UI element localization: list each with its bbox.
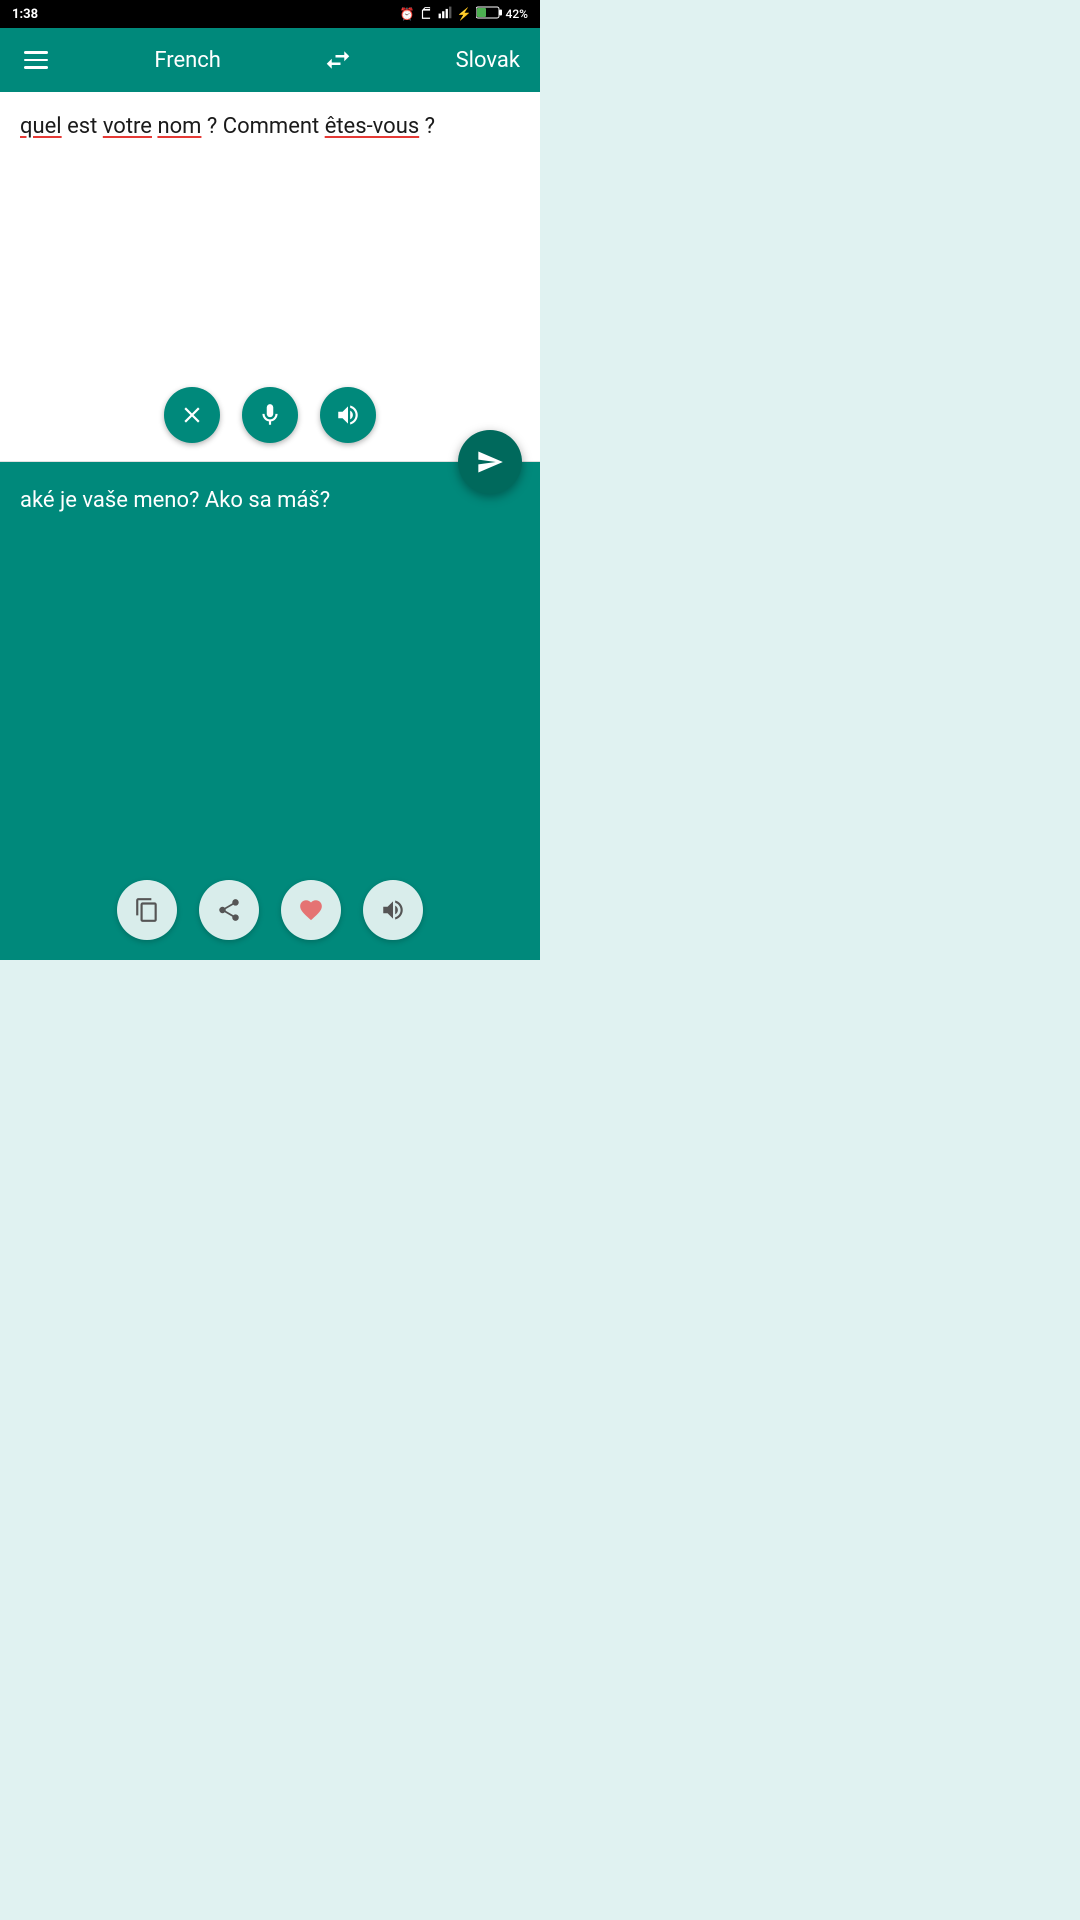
sim-icon	[419, 6, 433, 23]
copy-button[interactable]	[117, 880, 177, 940]
source-actions	[0, 387, 540, 443]
battery-percent: 42%	[506, 7, 528, 21]
battery-icon	[476, 6, 502, 22]
target-language-button[interactable]: Slovak	[456, 48, 520, 73]
send-translate-button[interactable]	[458, 430, 522, 494]
word-est: est	[67, 114, 103, 139]
target-actions	[0, 880, 540, 940]
menu-button[interactable]	[20, 47, 52, 73]
word-nom: nom	[157, 114, 201, 139]
alarm-icon: ⏰	[400, 7, 415, 21]
status-time: 1:38	[12, 7, 38, 22]
share-button[interactable]	[199, 880, 259, 940]
status-bar: 1:38 ⏰ ⚡ 42%	[0, 0, 540, 28]
word-etes-vous: êtes-vous	[325, 114, 420, 139]
signal-icon	[437, 6, 453, 23]
word-votre: votre	[103, 114, 152, 139]
charging-icon: ⚡	[457, 7, 472, 21]
target-panel: aké je vaše meno? Ako sa máš?	[0, 462, 540, 960]
favorite-button[interactable]	[281, 880, 341, 940]
source-speak-button[interactable]	[320, 387, 376, 443]
toolbar: French Slovak	[0, 28, 540, 92]
clear-button[interactable]	[164, 387, 220, 443]
microphone-button[interactable]	[242, 387, 298, 443]
swap-languages-button[interactable]	[323, 45, 353, 75]
status-icons: ⏰ ⚡ 42%	[400, 6, 528, 23]
word-question: ?	[425, 114, 435, 139]
word-quel: quel	[20, 114, 62, 139]
source-text[interactable]: quel est votre nom ? Comment êtes-vous ?	[20, 110, 520, 143]
target-speak-button[interactable]	[363, 880, 423, 940]
word-comment: ? Comment	[207, 114, 325, 139]
source-language-button[interactable]: French	[154, 48, 221, 73]
main-content: quel est votre nom ? Comment êtes-vous ?	[0, 92, 540, 960]
source-panel: quel est votre nom ? Comment êtes-vous ?	[0, 92, 540, 462]
target-text: aké je vaše meno? Ako sa máš?	[20, 484, 520, 517]
